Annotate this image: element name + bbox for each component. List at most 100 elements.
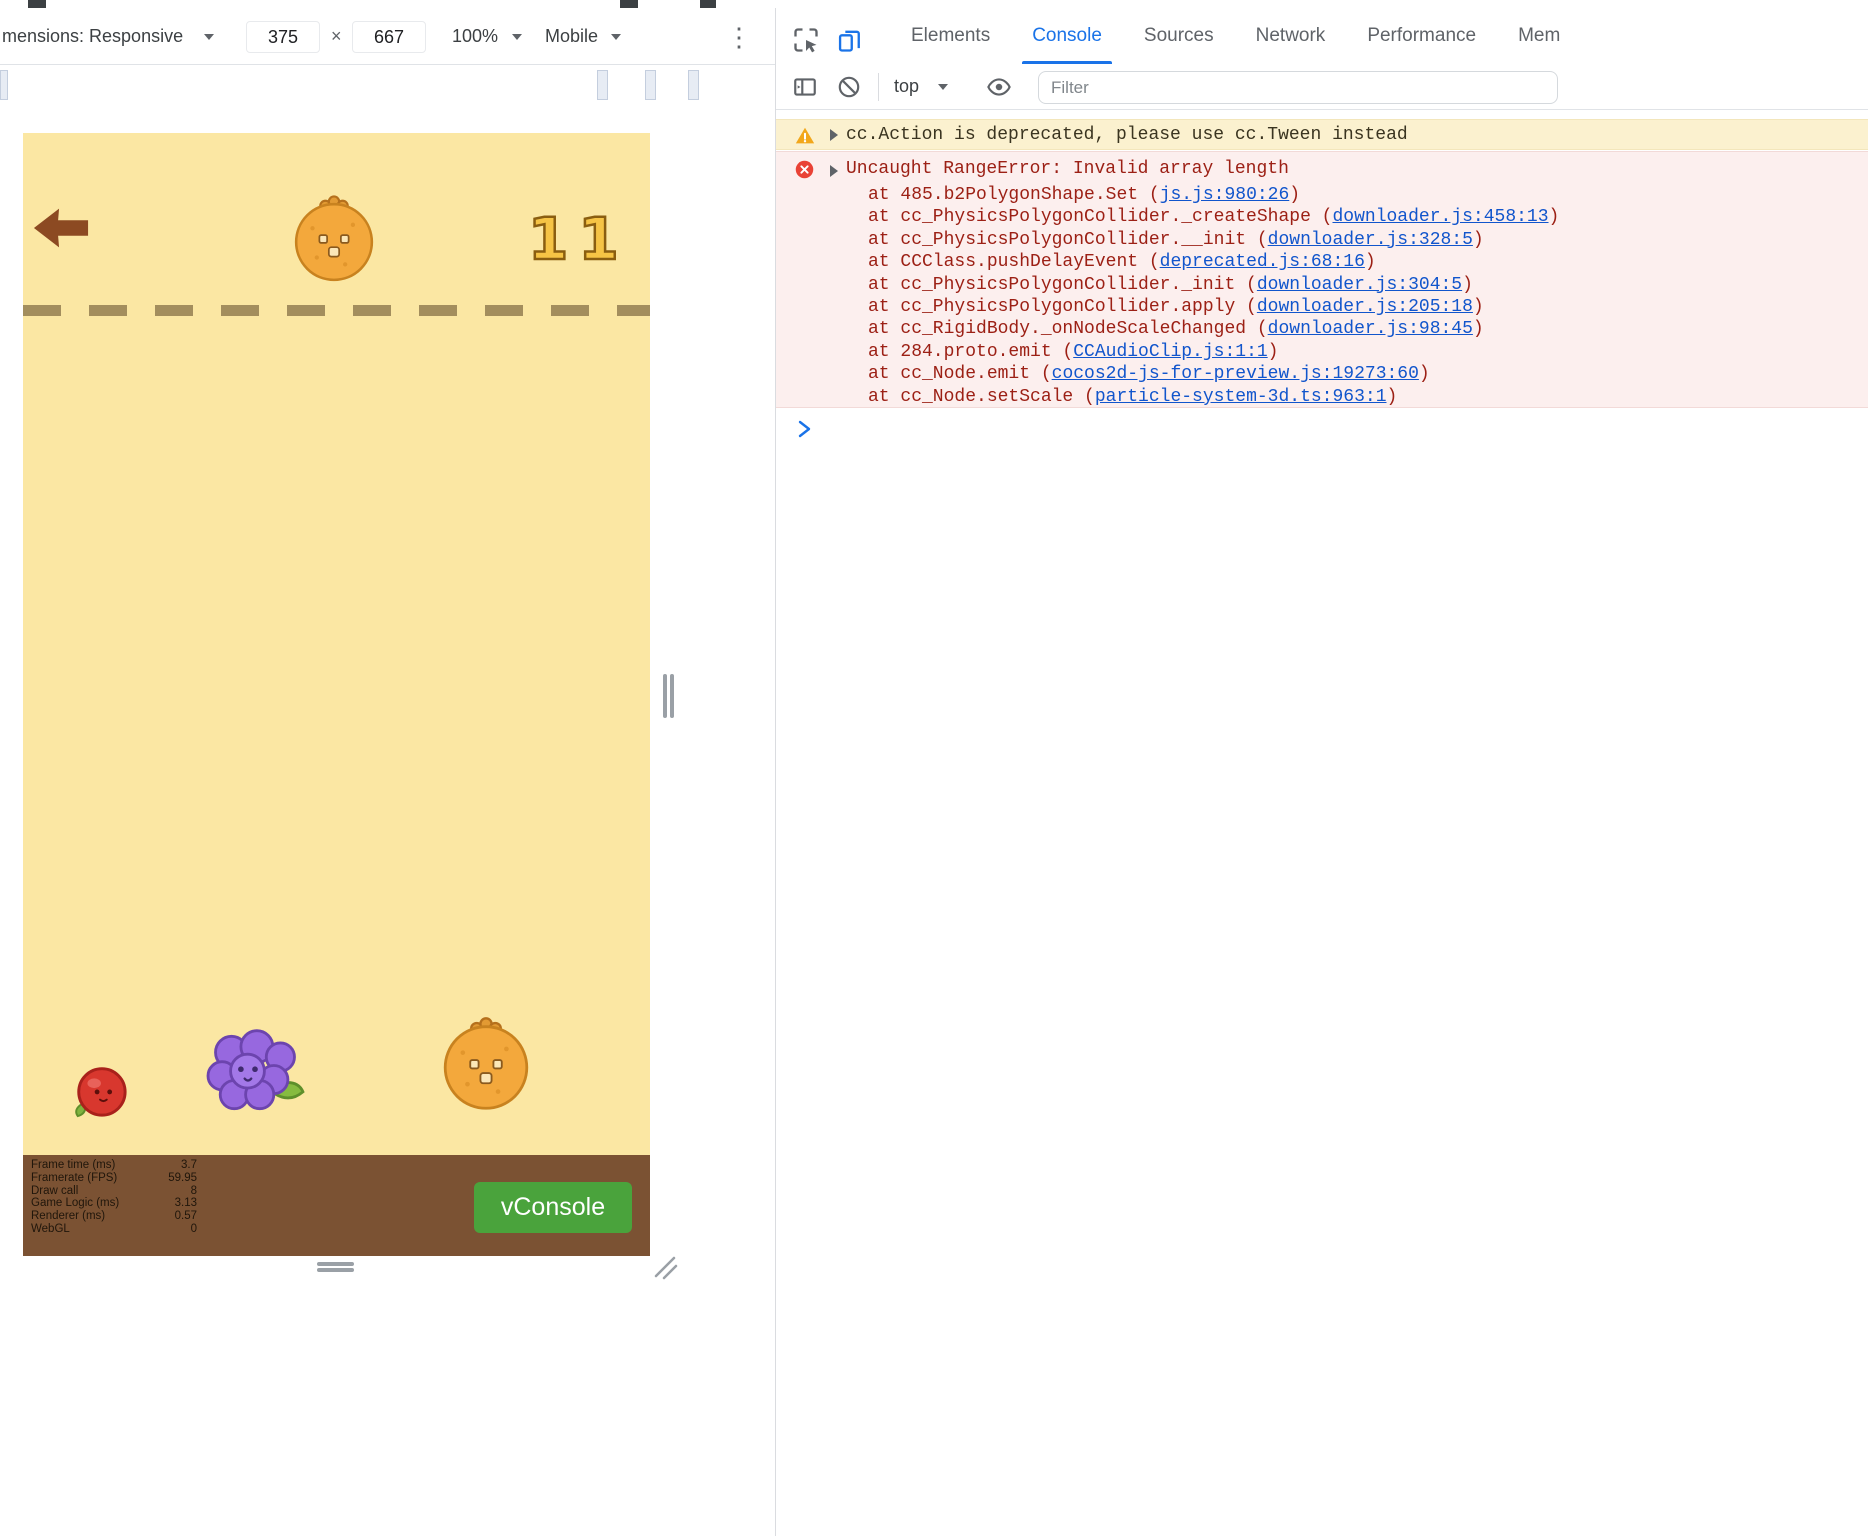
source-link[interactable]: downloader.js:205:18	[1257, 297, 1473, 317]
clear-console-icon[interactable]	[836, 74, 862, 105]
viewport-height-resize-handle[interactable]	[317, 1261, 354, 1272]
grapes-fruit-sprite	[203, 1026, 307, 1120]
grip-bar	[317, 1262, 354, 1266]
stack-frame-close: )	[1472, 229, 1484, 250]
prompt-chevron-icon	[798, 420, 811, 438]
width-input[interactable]	[246, 21, 320, 53]
device-toolbar: mensions: Responsive × 100% Mobile ⋮	[0, 8, 775, 65]
viewport-width-resize-handle[interactable]	[661, 674, 675, 718]
console-warning-message: cc.Action is deprecated, please use cc.T…	[776, 119, 1868, 150]
source-link[interactable]: deprecated.js:68:16	[1160, 252, 1365, 272]
tab-network[interactable]: Network	[1256, 8, 1326, 64]
stack-frame-close: )	[1289, 185, 1301, 205]
chevron-down-icon[interactable]	[512, 34, 522, 40]
source-link[interactable]: particle-system-3d.ts:963:1	[1095, 387, 1387, 407]
console-filter-input[interactable]	[1038, 71, 1558, 104]
stack-frame-text: at CCClass.pushDelayEvent (	[868, 252, 1160, 273]
stack-frame-text: at cc_Node.setScale (	[868, 386, 1095, 407]
ruler-mark	[688, 70, 699, 100]
error-circle-icon	[794, 159, 815, 185]
orange-fruit-sprite	[291, 187, 377, 285]
stat-label: Frame time (ms)	[31, 1159, 116, 1171]
console-toolbar: top	[776, 65, 1868, 110]
warning-triangle-icon	[794, 125, 816, 152]
console-sidebar-toggle-icon[interactable]	[792, 74, 818, 105]
expand-triangle-icon[interactable]	[830, 165, 838, 177]
source-link[interactable]: CCAudioClip.js:1:1	[1073, 342, 1267, 362]
source-link[interactable]: downloader.js:458:13	[1332, 207, 1548, 227]
stack-frame: at cc_PhysicsPolygonCollider._createShap…	[868, 206, 1559, 228]
tab-sources[interactable]: Sources	[1144, 8, 1214, 64]
stack-frame-close: )	[1418, 364, 1430, 385]
source-link[interactable]: downloader.js:328:5	[1268, 230, 1473, 250]
stat-value: 0.57	[174, 1210, 197, 1223]
stack-frame: at cc_Node.setScale (particle-system-3d.…	[868, 386, 1559, 408]
source-link[interactable]: downloader.js:98:45	[1268, 319, 1473, 339]
error-stack-trace: at 485.b2PolygonShape.Set (js.js:980:26)…	[868, 184, 1559, 408]
inspect-element-icon[interactable]	[792, 26, 820, 59]
overflow-menu-button[interactable]: ⋮	[726, 22, 752, 52]
resize-corner-icon	[654, 1256, 678, 1280]
stack-frame-close: )	[1364, 252, 1376, 273]
throttling-select[interactable]: Mobile	[545, 26, 598, 47]
stack-frame-close: )	[1267, 341, 1279, 362]
source-link[interactable]: downloader.js:304:5	[1257, 275, 1462, 295]
stats-row: Frame time (ms) 3.7	[31, 1159, 197, 1172]
back-button[interactable]	[32, 203, 90, 253]
stack-frame: at CCClass.pushDelayEvent (deprecated.js…	[868, 251, 1559, 273]
devtools-tabs: Elements Console Sources Network Perform…	[911, 8, 1560, 64]
vconsole-button[interactable]: vConsole	[474, 1182, 632, 1233]
tab-performance[interactable]: Performance	[1367, 8, 1476, 64]
stat-label: Draw call	[31, 1184, 79, 1197]
stack-frame-text: at cc_PhysicsPolygonCollider.__init (	[868, 229, 1268, 250]
stack-frame-text: at 284.proto.emit (	[868, 341, 1074, 362]
stat-label: Game Logic (ms)	[31, 1197, 120, 1210]
tab-memory[interactable]: Mem	[1518, 8, 1560, 64]
chevron-down-icon[interactable]	[938, 84, 948, 90]
stat-value: 8	[190, 1184, 197, 1197]
stat-label: Renderer (ms)	[31, 1210, 106, 1223]
console-prompt[interactable]	[794, 417, 818, 441]
execution-context-select[interactable]: top	[894, 76, 919, 97]
dimensions-dropdown[interactable]: mensions: Responsive	[2, 26, 183, 47]
stat-label: Framerate (FPS)	[31, 1171, 118, 1184]
stats-row: Renderer (ms) 0.57	[31, 1210, 197, 1223]
stat-value: 0	[190, 1222, 197, 1235]
chevron-down-icon[interactable]	[204, 34, 214, 40]
game-viewport[interactable]: 11 Frame time (ms) 3.7 Framerate (FPS) 5…	[23, 133, 650, 1256]
source-link[interactable]: cocos2d-js-for-preview.js:19273:60	[1052, 364, 1419, 384]
source-link[interactable]: js.js:980:26	[1160, 185, 1290, 205]
stack-frame: at cc_Node.emit (cocos2d-js-for-preview.…	[868, 363, 1559, 385]
stat-value: 3.13	[174, 1197, 197, 1210]
expand-triangle-icon[interactable]	[830, 129, 838, 141]
grip-bar	[670, 674, 674, 718]
ruler-mark	[0, 70, 8, 100]
performance-stats: Frame time (ms) 3.7 Framerate (FPS) 59.95 …	[31, 1159, 197, 1236]
toolbar-separator	[878, 73, 879, 101]
zoom-select[interactable]: 100%	[452, 26, 498, 47]
device-toolbar-toggle-icon[interactable]	[836, 26, 864, 59]
tab-elements[interactable]: Elements	[911, 8, 990, 64]
stat-value: 59.95	[168, 1171, 197, 1184]
stack-frame-text: at cc_RigidBody._onNodeScaleChanged (	[868, 319, 1268, 340]
height-input[interactable]	[352, 21, 426, 53]
chevron-down-icon[interactable]	[611, 34, 621, 40]
grip-bar	[317, 1268, 354, 1272]
stack-frame: at 485.b2PolygonShape.Set (js.js:980:26)	[868, 184, 1559, 206]
viewport-corner-resize-handle[interactable]	[652, 1254, 678, 1280]
tab-console[interactable]: Console	[1022, 8, 1112, 64]
stack-frame-close: )	[1472, 319, 1484, 340]
stat-label: WebGL	[31, 1222, 70, 1235]
stack-frame: at cc_RigidBody._onNodeScaleChanged (dow…	[868, 318, 1559, 340]
tab-favicon-remnant	[28, 0, 46, 8]
ruler-mark	[597, 70, 608, 100]
live-expression-eye-icon[interactable]	[986, 74, 1012, 105]
tab-favicon-remnant	[700, 0, 716, 8]
stack-frame-text: at 485.b2PolygonShape.Set (	[868, 185, 1160, 205]
back-arrow-icon	[33, 208, 89, 248]
devtools-tab-bar: Elements Console Sources Network Perform…	[776, 8, 1868, 64]
stack-frame-close: )	[1386, 386, 1398, 407]
tab-favicon-remnant	[620, 0, 638, 8]
stack-frame-close: )	[1462, 274, 1473, 295]
warning-text: cc.Action is deprecated, please use cc.T…	[846, 125, 1408, 145]
